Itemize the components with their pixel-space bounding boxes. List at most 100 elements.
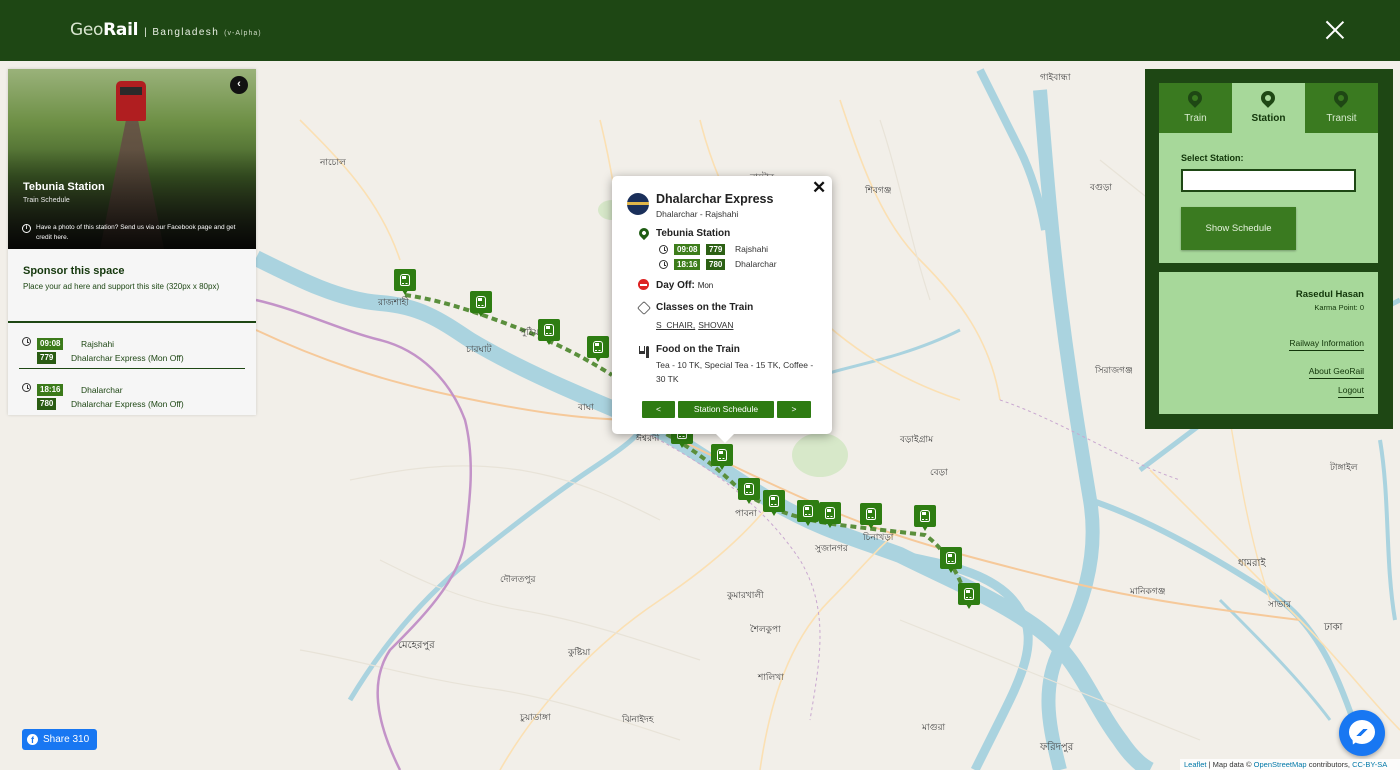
tab-train[interactable]: Train	[1159, 83, 1232, 133]
info-icon: i	[22, 224, 31, 233]
time-badge: 09:08	[674, 244, 701, 255]
map-label: গাইবান্ধা	[1040, 72, 1071, 83]
logout-link[interactable]: Logout	[1338, 385, 1364, 398]
station-marker[interactable]	[914, 505, 936, 533]
license-link[interactable]: CC-BY-SA	[1352, 760, 1387, 769]
time-badge: 18:16	[674, 259, 701, 270]
station-marker[interactable]	[797, 500, 819, 528]
station-marker[interactable]	[763, 490, 785, 518]
map-label: ধামরাই	[1238, 557, 1266, 569]
train-popup: ✕ Dhalarchar Express Dhalarchar - Rajsha…	[612, 176, 832, 443]
facebook-icon: f	[27, 734, 38, 745]
popup-station-name: Tebunia Station	[656, 228, 731, 239]
station-marker[interactable]	[587, 336, 609, 364]
classes-title: Classes on the Train	[656, 302, 754, 313]
map-label: বড়াইগ্রাম	[899, 434, 934, 445]
station-search-input[interactable]	[1181, 169, 1356, 192]
leaflet-link[interactable]: Leaflet	[1184, 760, 1207, 769]
station-marker[interactable]	[738, 478, 760, 506]
train-icon	[538, 319, 560, 345]
country-label: | Bangladesh	[144, 27, 220, 38]
map-label: রাজশাহী	[377, 296, 409, 308]
show-schedule-button[interactable]: Show Schedule	[1181, 207, 1296, 250]
station-marker[interactable]	[819, 502, 841, 530]
clock-icon	[659, 245, 668, 254]
clock-icon	[22, 383, 31, 392]
photo-note: Have a photo of this station? Send us vi…	[36, 224, 236, 241]
map-label: মেহেরপুর	[398, 640, 435, 651]
map-label: ঢাকা	[1323, 622, 1344, 633]
sponsor-title: Sponsor this space	[23, 265, 125, 277]
schedule-row[interactable]: 18:16 Dhalarchar 780 Dhalarchar Express …	[19, 369, 245, 415]
map-label: কুষ্টিয়া	[567, 647, 591, 658]
station-marker[interactable]	[940, 547, 962, 575]
train-icon	[940, 547, 962, 573]
prev-station-button[interactable]: <	[642, 401, 675, 418]
sponsor-box[interactable]: Sponsor this space Place your ad here an…	[8, 249, 256, 323]
control-panel: Train Station Transit Select Station: Sh…	[1145, 69, 1393, 429]
tab-bar: Train Station Transit	[1159, 83, 1378, 133]
sponsor-text: Place your ad here and support this site…	[23, 282, 220, 291]
top-bar: GeoRail | Bangladesh (v-Alpha)	[0, 0, 1400, 61]
station-marker[interactable]	[958, 583, 980, 611]
tab-station[interactable]: Station	[1232, 83, 1305, 133]
station-search-box: Select Station: Show Schedule	[1159, 133, 1378, 263]
location-pin-icon	[636, 225, 652, 241]
station-name: Tebunia Station	[23, 181, 105, 193]
train-icon	[860, 503, 882, 529]
train-icon	[394, 269, 416, 295]
station-marker[interactable]	[860, 503, 882, 531]
chevron-left-icon[interactable]: ‹	[230, 76, 248, 94]
schedule-row[interactable]: 09:08 Rajshahi 779 Dhalarchar Express (M…	[19, 323, 245, 369]
facebook-share-button[interactable]: f Share 310	[22, 729, 97, 750]
station-marker[interactable]	[711, 444, 733, 472]
railway-info-link[interactable]: Railway Information	[1289, 338, 1364, 351]
station-marker[interactable]	[470, 291, 492, 319]
station-marker[interactable]	[394, 269, 416, 297]
karma-points: Karma Point: 0	[1314, 303, 1364, 312]
popup-route: Dhalarchar - Rajshahi	[656, 209, 739, 219]
close-icon[interactable]	[1324, 19, 1346, 41]
station-select-label: Select Station:	[1181, 153, 1244, 163]
time-badge: 18:16	[37, 384, 64, 396]
food-menu: Tea - 10 TK, Special Tea - 15 TK, Coffee…	[656, 360, 814, 384]
tag-icon	[636, 300, 652, 316]
station-marker[interactable]	[538, 319, 560, 347]
close-icon[interactable]: ✕	[812, 178, 826, 198]
app-root: রাজশাহী পুঠিয়া চারঘাট বাঘা নাটোর বড়াইগ…	[0, 0, 1400, 770]
user-box: Rasedul Hasan Karma Point: 0 Railway Inf…	[1159, 272, 1378, 414]
train-icon	[958, 583, 980, 609]
day-off: Day Off: Mon	[656, 280, 714, 291]
map-label: বাঘা	[577, 403, 594, 413]
map-label: সিরাজগঞ্জ	[1094, 365, 1133, 376]
map-label: মাগুরা	[921, 723, 946, 733]
map-label: শৈলকুপা	[750, 624, 781, 635]
station-photo: ‹ Tebunia Station Train Schedule i Have …	[8, 69, 256, 249]
no-entry-icon	[638, 279, 649, 290]
utensils-icon	[638, 346, 650, 358]
location-pin-icon	[1258, 88, 1278, 108]
station-subtitle: Train Schedule	[23, 197, 70, 204]
train-number-badge: 780	[706, 259, 726, 270]
train-icon	[738, 478, 760, 504]
map-label: ঝিনাইদহ	[621, 714, 655, 725]
map-label: শিবগঞ্জ	[864, 185, 892, 196]
map-label: সাভার	[1267, 600, 1292, 610]
train-icon	[587, 336, 609, 362]
train-icon	[763, 490, 785, 516]
map-label: দৌলতপুর	[500, 574, 537, 585]
clock-icon	[659, 260, 668, 269]
map-label: সুজানগর	[814, 544, 849, 554]
next-station-button[interactable]: >	[777, 401, 811, 418]
tab-transit[interactable]: Transit	[1305, 83, 1378, 133]
map-label: চুয়াডাঙ্গা	[519, 713, 551, 723]
about-link[interactable]: About GeoRail	[1308, 366, 1364, 379]
map-label: কুমারখালী	[726, 589, 764, 601]
messenger-chat-button[interactable]	[1339, 710, 1385, 756]
osm-link[interactable]: OpenStreetMap	[1254, 760, 1307, 769]
brand: GeoRail | Bangladesh (v-Alpha)	[70, 20, 262, 40]
station-schedule-button[interactable]: Station Schedule	[678, 401, 774, 418]
clock-icon	[22, 337, 31, 346]
train-icon	[797, 500, 819, 526]
version-label: (v-Alpha)	[224, 30, 262, 37]
